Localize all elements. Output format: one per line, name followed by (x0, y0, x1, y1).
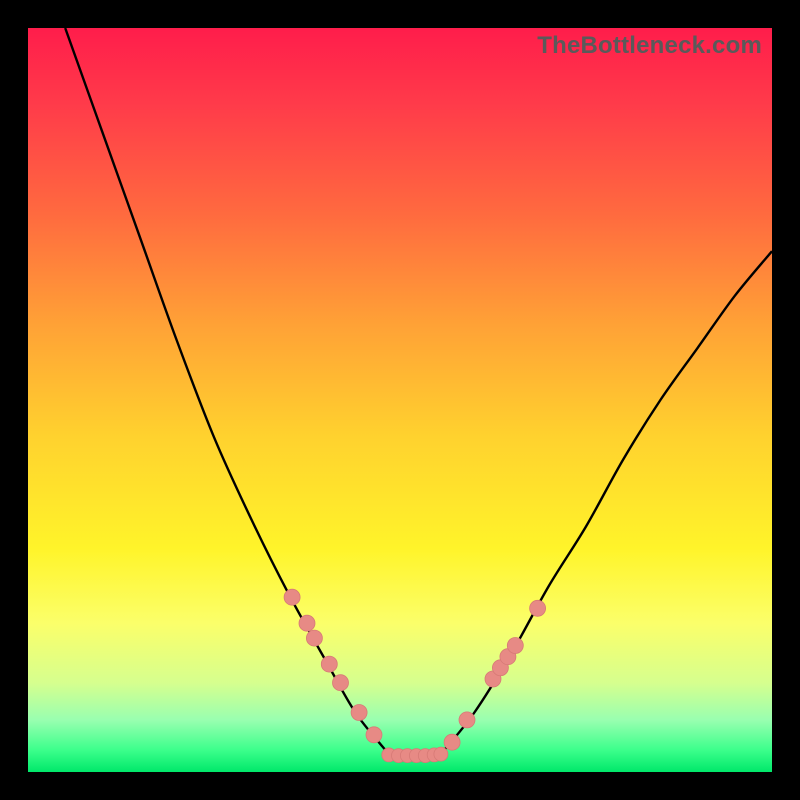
data-marker (444, 734, 460, 750)
data-marker (321, 656, 337, 672)
data-marker (459, 712, 475, 728)
data-marker (530, 600, 546, 616)
plot-area: TheBottleneck.com (28, 28, 772, 772)
data-marker (434, 747, 448, 761)
markers-floor (382, 747, 448, 763)
data-marker (351, 705, 367, 721)
chart-frame: TheBottleneck.com (0, 0, 800, 800)
markers-right (444, 600, 545, 750)
data-marker (299, 615, 315, 631)
bottleneck-curve (28, 28, 772, 772)
data-marker (333, 675, 349, 691)
data-marker (284, 589, 300, 605)
v-curve-path (65, 28, 772, 758)
data-marker (507, 638, 523, 654)
data-marker (306, 630, 322, 646)
data-marker (366, 727, 382, 743)
